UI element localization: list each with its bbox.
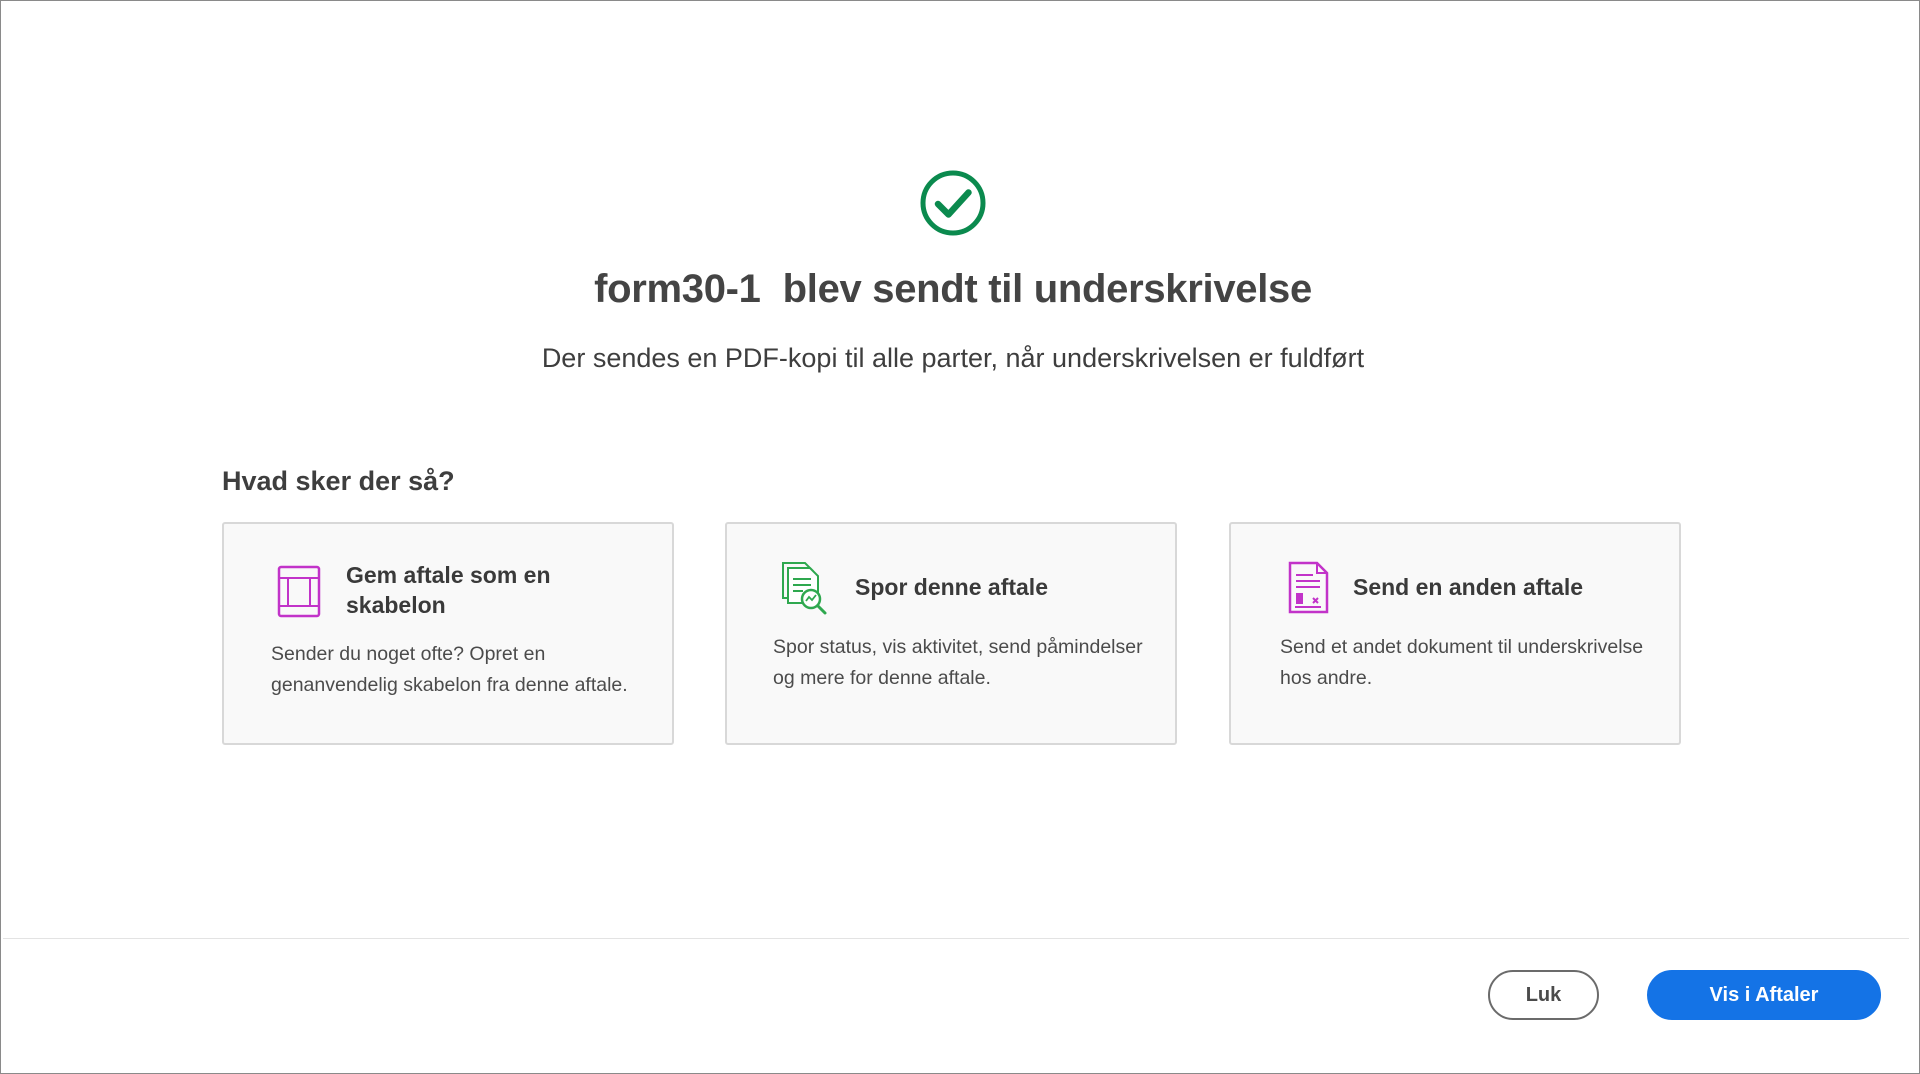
track-document-icon bbox=[782, 562, 827, 615]
card-title: Spor denne aftale bbox=[855, 574, 1048, 600]
card-title: Send en anden aftale bbox=[1353, 574, 1584, 600]
save-as-template-card[interactable]: Gem aftale som en skabelon Sender du nog… bbox=[222, 522, 674, 745]
close-button[interactable]: Luk bbox=[1488, 970, 1599, 1020]
dialog-frame: form30-1 blev sendt til underskrivelse De… bbox=[0, 0, 1920, 1074]
success-title-text: blev sendt til underskrivelse bbox=[782, 267, 1313, 311]
footer-divider bbox=[3, 938, 1909, 939]
card-description: Sender du noget ofte? Opret en genanvend… bbox=[271, 643, 628, 696]
view-in-agreements-button[interactable]: Vis i Aftaler bbox=[1647, 970, 1881, 1020]
document-name: form30-1 bbox=[594, 267, 761, 311]
card-description: Send et andet dokument til underskrivels… bbox=[1280, 636, 1644, 689]
card-description: Spor status, vis aktivitet, send påminde… bbox=[773, 636, 1143, 689]
send-document-icon bbox=[1288, 561, 1329, 614]
check-circle-icon bbox=[920, 170, 986, 236]
send-another-card[interactable]: Send en anden aftale Send et andet dokum… bbox=[1229, 522, 1681, 745]
track-agreement-card[interactable]: Spor denne aftale Spor status, vis aktiv… bbox=[725, 522, 1177, 745]
card-title: Gem aftale som en skabelon bbox=[346, 562, 551, 618]
next-steps-heading: Hvad sker der så? bbox=[222, 466, 455, 496]
template-document-icon bbox=[277, 565, 321, 618]
success-subtitle: Der sendes en PDF-kopi til alle parter, … bbox=[541, 343, 1365, 373]
success-title: form30-1 blev sendt til underskrivelse bbox=[1, 267, 1905, 312]
